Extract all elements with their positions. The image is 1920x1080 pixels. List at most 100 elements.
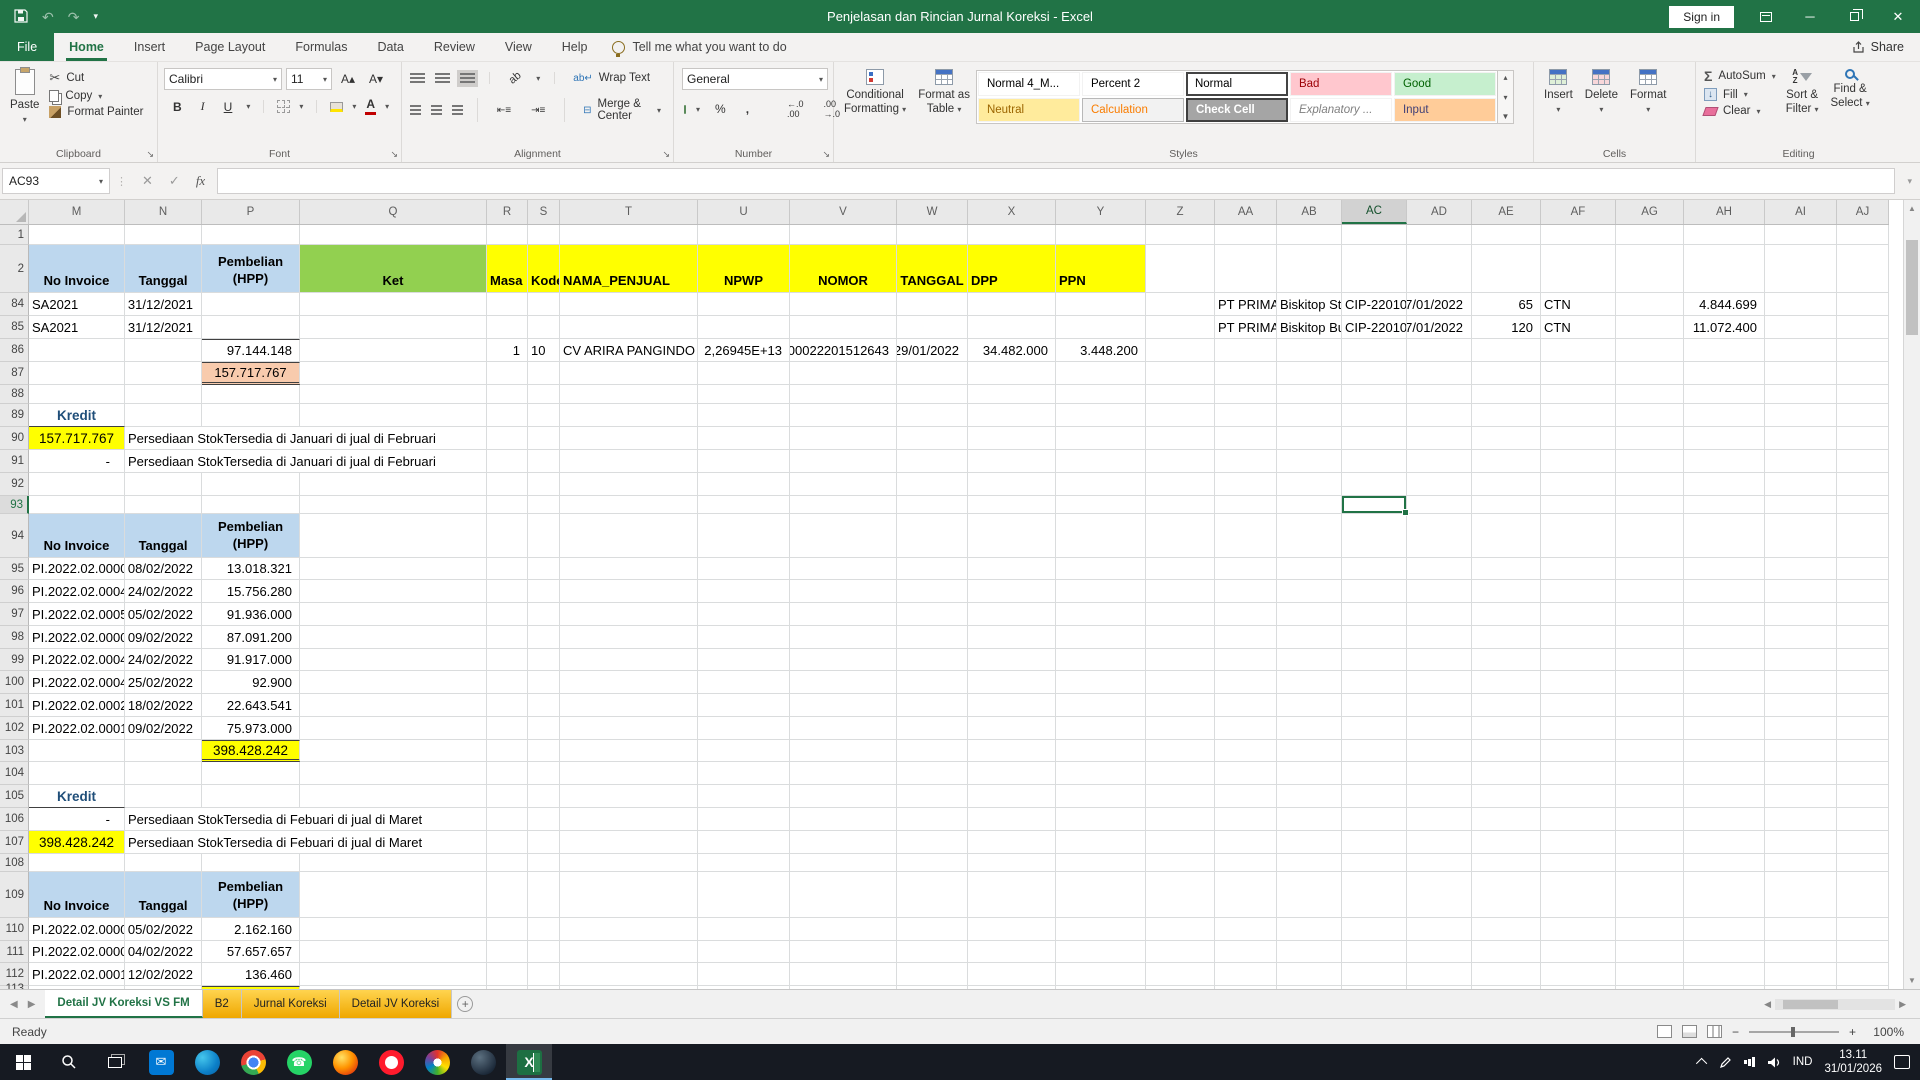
row-header-105[interactable]: 105	[0, 785, 29, 808]
cell-AJ99[interactable]	[1837, 649, 1889, 671]
cell-X2[interactable]: DPP	[968, 245, 1056, 293]
cell-AD106[interactable]	[1407, 808, 1472, 831]
column-header-AB[interactable]: AB	[1277, 200, 1342, 224]
cell-P1[interactable]	[202, 225, 300, 245]
cell-S85[interactable]	[528, 316, 560, 339]
cell-Q110[interactable]	[300, 918, 487, 941]
decrease-indent-icon[interactable]: ⇤≡	[492, 104, 516, 117]
gallery-more-icon[interactable]: ▼	[1501, 112, 1509, 121]
cell-V94[interactable]	[790, 514, 897, 558]
cell-AC112[interactable]	[1342, 963, 1407, 986]
row-header-94[interactable]: 94	[0, 514, 29, 558]
comma-style-icon[interactable]: ,	[741, 101, 754, 117]
cell-S93[interactable]	[528, 496, 560, 514]
undo-icon[interactable]: ↶	[42, 10, 54, 24]
cell-W99[interactable]	[897, 649, 968, 671]
cell-V104[interactable]	[790, 762, 897, 785]
cell-AD89[interactable]	[1407, 404, 1472, 427]
cell-N88[interactable]	[125, 385, 202, 404]
cell-N96[interactable]: 24/02/2022	[125, 580, 202, 603]
cell-T99[interactable]	[560, 649, 698, 671]
cell-T87[interactable]	[560, 362, 698, 385]
cell-N111[interactable]: 04/02/2022	[125, 941, 202, 963]
cell-X99[interactable]	[968, 649, 1056, 671]
cell-AI94[interactable]	[1765, 514, 1837, 558]
taskbar-app-excel[interactable]: X	[506, 1044, 552, 1080]
cell-M98[interactable]: PI.2022.02.00008	[29, 626, 125, 649]
tab-page-layout[interactable]: Page Layout	[180, 33, 280, 61]
cell-R98[interactable]	[487, 626, 528, 649]
copy-button[interactable]: Copy ▾	[45, 88, 147, 104]
cell-AB96[interactable]	[1277, 580, 1342, 603]
cell-AA94[interactable]	[1215, 514, 1277, 558]
cell-M91[interactable]: -	[29, 450, 125, 473]
cell-M103[interactable]	[29, 740, 125, 762]
cell-AG93[interactable]	[1616, 496, 1684, 514]
cell-Z109[interactable]	[1146, 872, 1215, 918]
cell-AH105[interactable]	[1684, 785, 1765, 808]
cell-W90[interactable]	[897, 427, 968, 450]
cell-AJ97[interactable]	[1837, 603, 1889, 626]
cell-R2[interactable]: Masa	[487, 245, 528, 293]
cell-N84[interactable]: 31/12/2021	[125, 293, 202, 316]
cell-AC93[interactable]	[1342, 496, 1407, 514]
cell-P2[interactable]: Pembelian (HPP)	[202, 245, 300, 293]
cell-P110[interactable]: 2.162.160	[202, 918, 300, 941]
hscroll-right-icon[interactable]: ▶	[1899, 999, 1906, 1010]
cell-V89[interactable]	[790, 404, 897, 427]
cell-R95[interactable]	[487, 558, 528, 580]
decrease-font-icon[interactable]: A▾	[364, 71, 388, 87]
cell-P86[interactable]: 97.144.148	[202, 339, 300, 362]
pen-icon[interactable]	[1719, 1056, 1732, 1069]
cell-Y101[interactable]	[1056, 694, 1146, 717]
cell-Z99[interactable]	[1146, 649, 1215, 671]
percent-style-icon[interactable]: %	[710, 101, 731, 117]
cell-AC92[interactable]	[1342, 473, 1407, 496]
cell-AA85[interactable]: PT PRIMA	[1215, 316, 1277, 339]
cell-X101[interactable]	[968, 694, 1056, 717]
row-header-107[interactable]: 107	[0, 831, 29, 854]
cell-AC105[interactable]	[1342, 785, 1407, 808]
cell-W93[interactable]	[897, 496, 968, 514]
cell-V96[interactable]	[790, 580, 897, 603]
clear-button[interactable]: Clear ▾	[1700, 103, 1780, 119]
cell-R105[interactable]	[487, 785, 528, 808]
cell-AG96[interactable]	[1616, 580, 1684, 603]
cell-AD92[interactable]	[1407, 473, 1472, 496]
cell-Y95[interactable]	[1056, 558, 1146, 580]
cell-Y105[interactable]	[1056, 785, 1146, 808]
hscroll-left-icon[interactable]: ◀	[1764, 999, 1771, 1010]
cell-AC99[interactable]	[1342, 649, 1407, 671]
cell-AG85[interactable]	[1616, 316, 1684, 339]
cell-T109[interactable]	[560, 872, 698, 918]
style-normal4[interactable]: Normal 4_M...	[978, 72, 1080, 96]
cell-Q92[interactable]	[300, 473, 487, 496]
cell-W95[interactable]	[897, 558, 968, 580]
cell-AI112[interactable]	[1765, 963, 1837, 986]
cell-U105[interactable]	[698, 785, 790, 808]
cell-V91[interactable]	[790, 450, 897, 473]
cell-AJ100[interactable]	[1837, 671, 1889, 694]
cell-AI90[interactable]	[1765, 427, 1837, 450]
cell-AC109[interactable]	[1342, 872, 1407, 918]
cell-W86[interactable]: 29/01/2022	[897, 339, 968, 362]
cell-AH107[interactable]	[1684, 831, 1765, 854]
task-view-button[interactable]	[92, 1044, 138, 1080]
style-neutral[interactable]: Neutral	[978, 98, 1080, 122]
cell-U99[interactable]	[698, 649, 790, 671]
cell-R94[interactable]	[487, 514, 528, 558]
cell-Q108[interactable]	[300, 854, 487, 872]
cell-AC103[interactable]	[1342, 740, 1407, 762]
cell-AC101[interactable]	[1342, 694, 1407, 717]
cell-AJ88[interactable]	[1837, 385, 1889, 404]
cell-M111[interactable]: PI.2022.02.00001	[29, 941, 125, 963]
formula-input[interactable]	[217, 168, 1895, 194]
cell-N110[interactable]: 05/02/2022	[125, 918, 202, 941]
column-header-U[interactable]: U	[698, 200, 790, 224]
cell-AB84[interactable]: Biskitop Sti	[1277, 293, 1342, 316]
taskbar-app-color-wheel[interactable]	[414, 1044, 460, 1080]
cell-AA108[interactable]	[1215, 854, 1277, 872]
cell-N105[interactable]	[125, 785, 202, 808]
row-header-95[interactable]: 95	[0, 558, 29, 580]
cell-Y1[interactable]	[1056, 225, 1146, 245]
